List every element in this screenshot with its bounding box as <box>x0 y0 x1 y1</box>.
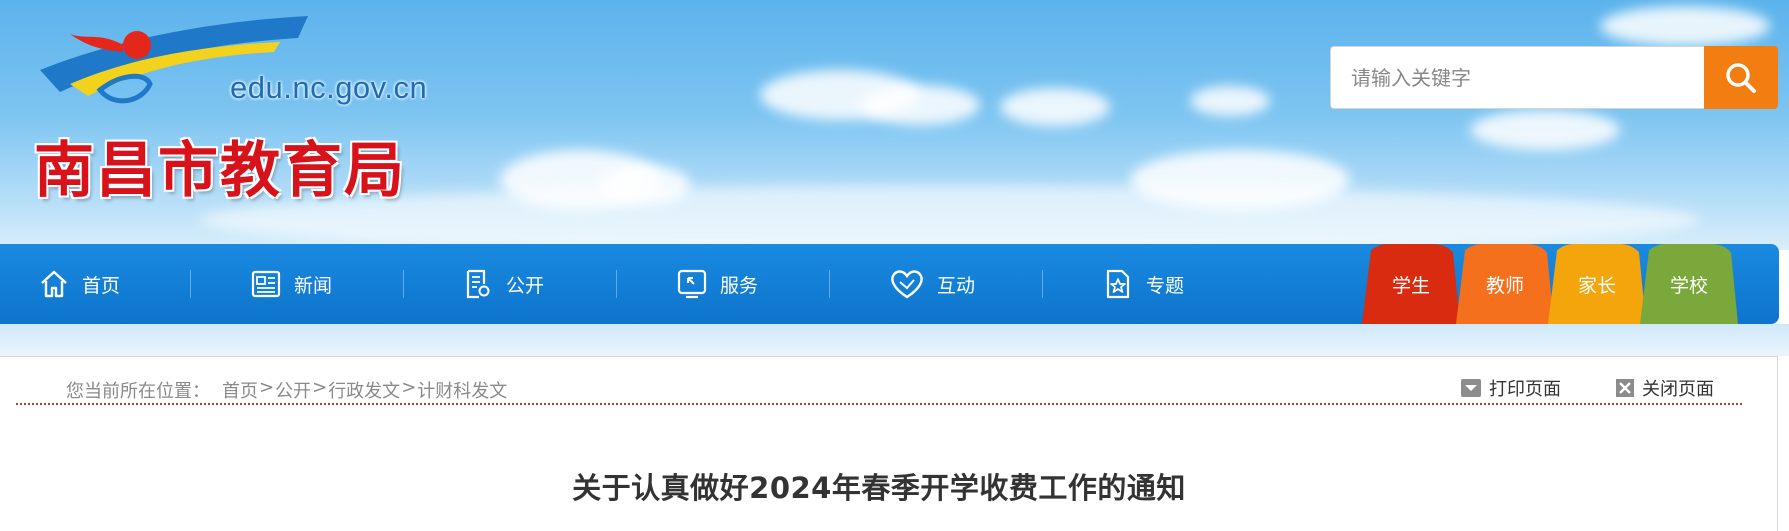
heart-icon <box>891 270 923 299</box>
home-icon <box>41 270 67 298</box>
site-logo[interactable]: edu.nc.gov.cn 南昌市教育局 <box>30 12 427 206</box>
star-document-icon <box>1106 269 1130 299</box>
role-label: 学生 <box>1391 274 1430 297</box>
cloud-decoration <box>1470 110 1620 150</box>
nav-divider <box>1042 270 1043 298</box>
article-title: 关于认真做好2024年春季开学收费工作的通知 <box>572 471 1186 505</box>
search-button[interactable] <box>1704 46 1778 109</box>
nav-divider <box>829 270 830 298</box>
role-tab-teacher[interactable]: 教师 <box>1456 244 1554 324</box>
nav-divider <box>403 270 404 298</box>
close-icon <box>1616 379 1634 397</box>
breadcrumb-item-public[interactable]: 公开 <box>275 377 311 403</box>
site-header: edu.nc.gov.cn 南昌市教育局 <box>0 0 1789 250</box>
breadcrumb-item-admin-docs[interactable]: 行政发文 <box>328 377 400 403</box>
role-tab-student[interactable]: 学生 <box>1362 244 1460 324</box>
cloud-decoration <box>1600 6 1770 46</box>
nav-item-topic[interactable]: 专题 <box>1102 244 1184 324</box>
nav-label: 首页 <box>82 274 121 297</box>
breadcrumb-row: 您当前所在位置： 首页 > 公开 > 行政发文 > 计财科发文 打印页面 关闭页… <box>16 365 1742 405</box>
cloud-decoration <box>1190 86 1270 116</box>
role-label: 教师 <box>1485 274 1524 297</box>
close-page-label: 关闭页面 <box>1642 379 1714 400</box>
print-icon <box>1461 379 1481 397</box>
nav-divider <box>616 270 617 298</box>
content-top-strip <box>0 324 1789 356</box>
breadcrumb-prefix: 您当前所在位置： <box>66 381 210 402</box>
nav-item-interaction[interactable]: 互动 <box>889 244 975 324</box>
role-tab-school[interactable]: 学校 <box>1640 244 1738 324</box>
search-bar <box>1330 46 1778 109</box>
service-icon <box>677 269 707 299</box>
article-container: 您当前所在位置： 首页 > 公开 > 行政发文 > 计财科发文 打印页面 关闭页… <box>0 356 1778 531</box>
nav-item-service[interactable]: 服务 <box>676 244 758 324</box>
breadcrumb-item-finance-docs[interactable]: 计财科发文 <box>417 377 507 403</box>
nav-label: 服务 <box>720 274 759 297</box>
logo-name: 南昌市教育局 <box>34 136 406 206</box>
role-label: 学校 <box>1669 274 1708 297</box>
nav-label: 专题 <box>1146 274 1185 297</box>
newspaper-icon <box>251 270 281 298</box>
nav-divider <box>190 270 191 298</box>
breadcrumb-separator: > <box>259 377 275 398</box>
breadcrumb: 您当前所在位置： 首页 > 公开 > 行政发文 > 计财科发文 <box>66 377 507 403</box>
document-icon <box>466 269 490 299</box>
nav-label: 新闻 <box>294 274 333 297</box>
main-nav: 首页 新闻 公开 服务 互动 专题 学生 教师 家长 学校 <box>0 244 1779 324</box>
search-input[interactable] <box>1330 46 1704 109</box>
breadcrumb-separator: > <box>401 377 417 398</box>
cloud-decoration <box>1000 88 1110 126</box>
print-page-button[interactable]: 打印页面 <box>1461 375 1561 401</box>
nav-item-home[interactable]: 首页 <box>38 244 120 324</box>
role-label: 家长 <box>1577 274 1616 297</box>
cloud-decoration <box>860 85 980 125</box>
nav-item-news[interactable]: 新闻 <box>250 244 332 324</box>
cloud-decoration <box>200 185 1700 250</box>
nav-item-public[interactable]: 公开 <box>462 244 544 324</box>
print-page-label: 打印页面 <box>1489 379 1561 400</box>
close-page-button[interactable]: 关闭页面 <box>1616 375 1714 401</box>
breadcrumb-separator: > <box>312 377 328 398</box>
role-tab-parent[interactable]: 家长 <box>1548 244 1646 324</box>
nav-label: 公开 <box>506 274 545 297</box>
search-icon <box>1726 62 1756 93</box>
nav-label: 互动 <box>937 274 976 297</box>
breadcrumb-item-home[interactable]: 首页 <box>222 377 258 403</box>
logo-domain: edu.nc.gov.cn <box>230 70 428 105</box>
